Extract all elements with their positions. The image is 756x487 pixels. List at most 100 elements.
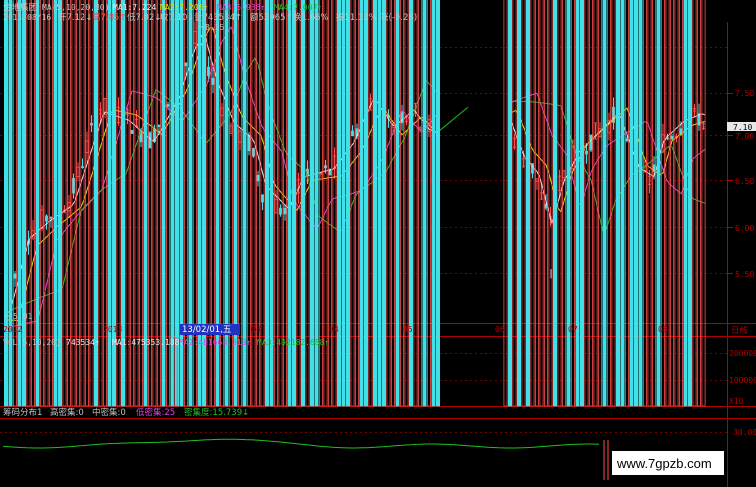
candle-body <box>260 194 265 203</box>
header-amount: 额53965↑ <box>250 12 293 23</box>
volume-bar <box>656 0 661 407</box>
price-tick-600: 6.00 <box>735 224 754 233</box>
volume-bar <box>431 0 436 407</box>
volume-bar <box>539 0 544 407</box>
time-label-03: 03 <box>251 325 261 334</box>
vol-ma2: MA2:481668.313↑ <box>179 338 251 347</box>
period-label[interactable]: 日线 <box>731 325 749 336</box>
candle-body <box>129 130 134 134</box>
volume-bar <box>517 0 522 407</box>
volume-bar <box>674 0 679 407</box>
volume-bar <box>670 0 675 407</box>
candle-body <box>80 166 85 168</box>
vol-ma3: MA3:492182.688↑ <box>257 338 329 347</box>
volume-bar <box>521 0 526 407</box>
volume-bar <box>665 0 670 407</box>
ma-label: MA(5,10,20,30) <box>42 3 109 12</box>
header-close: 收7.10↓ <box>160 12 195 23</box>
stock-name: 金地集团 <box>3 2 37 13</box>
volume-bar <box>620 0 625 407</box>
vol-ma1: MA1:475353.188↑ <box>112 338 184 347</box>
candle-body <box>350 130 355 137</box>
volume-bar <box>395 0 400 407</box>
candle-body <box>278 207 283 215</box>
volume-bar <box>629 0 634 407</box>
header-low: 低7.02↓ <box>127 12 162 23</box>
header-amplitude: 振11.32% <box>336 12 377 23</box>
time-label-08: 08 <box>658 325 668 334</box>
price-tick-700: 7.00 <box>735 132 754 141</box>
ma2-value: MA2:7.206↑ <box>160 3 208 12</box>
current-price-label: 7.10 <box>733 123 752 132</box>
volume-bar <box>589 0 594 407</box>
volume-bar <box>404 0 409 407</box>
time-label-06: 06 <box>495 325 505 334</box>
volume-bar <box>336 0 341 407</box>
volume-bar <box>643 0 648 407</box>
time-label-04: 04 <box>329 325 339 334</box>
volume-bar <box>435 0 440 407</box>
candle-body <box>71 177 76 194</box>
volume-bar <box>512 0 517 407</box>
volume-bar <box>417 0 422 407</box>
candle-body <box>147 132 152 149</box>
volume-bar <box>652 0 657 407</box>
chip-tick-30: 30.00 <box>733 428 756 437</box>
candle-body <box>12 273 17 279</box>
volume-bar <box>584 0 589 407</box>
volume-bar <box>426 0 431 407</box>
volume-bar <box>688 0 693 407</box>
price-tick-750: 7.50 <box>735 89 754 98</box>
date-cursor-label: 13/02/01,五 <box>182 325 232 335</box>
volume-bar <box>580 0 585 407</box>
candle-body <box>282 207 287 215</box>
candle-body <box>156 124 161 127</box>
stock-chart[interactable]: 金地集团 MA(5,10,20,30) MA1:7.224 MA2:7.206↑… <box>0 0 756 487</box>
time-label-05: 05 <box>403 325 413 334</box>
candle-body <box>323 165 328 169</box>
time-label-07: 07 <box>568 325 578 334</box>
volume-bar <box>390 0 395 407</box>
chip-low-conc: 低密集:25 <box>136 407 175 418</box>
candle-body <box>206 66 211 77</box>
chip-high-conc: 高密集:0 <box>50 407 84 418</box>
volume-bar <box>571 0 576 407</box>
chip-density: 密集度:15.739↓ <box>184 407 249 418</box>
chip-title: 筹码分布1 <box>3 407 42 418</box>
time-label-2013: 2013 <box>103 325 122 334</box>
vol-title: VOL(5,10,20) <box>3 338 61 347</box>
volume-bar <box>413 0 418 407</box>
candle-body <box>665 137 670 140</box>
price-tick-550: 5.50 <box>735 270 754 279</box>
volume-bar <box>692 0 697 407</box>
volume-bars <box>4 0 706 407</box>
volume-bar <box>386 0 391 407</box>
price-tick-650: 6.50 <box>735 177 754 186</box>
ma3-value: MA3:6.936↑ <box>217 3 265 12</box>
candle-body <box>210 77 215 85</box>
volume-bar <box>616 0 621 407</box>
vol-value: 743534↑ <box>66 338 100 347</box>
volume-bar <box>408 0 413 407</box>
volume-bar <box>634 0 639 407</box>
volume-bar <box>607 0 612 407</box>
chip-density-line <box>2 438 609 480</box>
volume-bar <box>107 0 112 407</box>
candle-body <box>246 135 251 152</box>
volume-bar <box>422 0 427 407</box>
volume-bar <box>372 0 377 407</box>
header-high: 高7.85↑ <box>92 12 127 23</box>
candle-body <box>165 104 170 107</box>
volume-bar <box>345 0 350 407</box>
volume-bar <box>530 0 535 407</box>
volume-bar <box>354 0 359 407</box>
moving-average-line <box>439 106 469 131</box>
volume-bar <box>377 0 382 407</box>
header-change: 涨(-0.28) <box>380 12 417 23</box>
volume-bar <box>103 0 108 407</box>
volume-bar <box>332 0 337 407</box>
chip-density-line <box>2 438 600 449</box>
candle-body <box>255 174 260 182</box>
time-label-2012: 2012 <box>3 325 22 334</box>
volume-bar <box>679 0 684 407</box>
